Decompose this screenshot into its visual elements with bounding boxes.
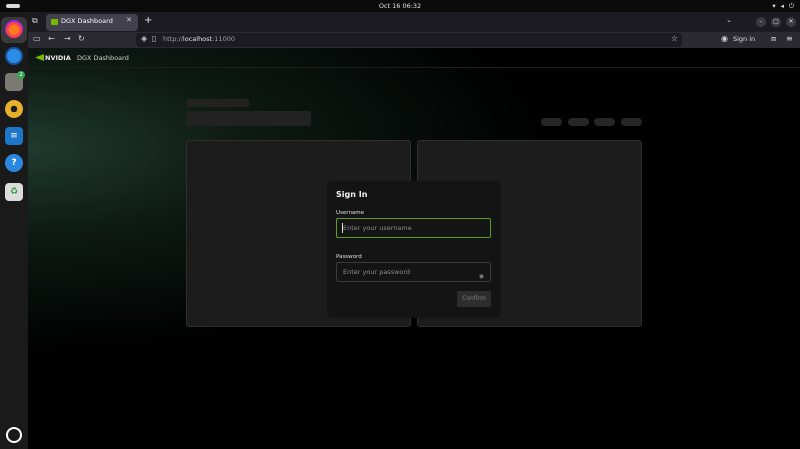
url-host: localhost — [182, 35, 213, 43]
sign-in-button[interactable]: Sign in — [733, 35, 755, 43]
brand-name: NVIDIA — [45, 54, 71, 62]
nvidia-favicon-icon — [51, 19, 58, 25]
files-badge: 2 — [17, 71, 25, 79]
password-input[interactable]: Enter your password ◉ — [336, 262, 491, 282]
rhythmbox-icon[interactable] — [5, 100, 23, 118]
account-icon[interactable]: ◉ — [721, 34, 728, 43]
username-input[interactable]: Enter your username — [336, 218, 491, 238]
tracking-protection-icon[interactable]: ◈ — [141, 34, 147, 43]
new-tab-button[interactable]: + — [144, 15, 152, 26]
app-header: NVIDIA DGX Dashboard — [28, 48, 800, 68]
power-icon: ⏻ — [788, 2, 794, 10]
dialog-title: Sign In — [336, 190, 368, 199]
system-clock[interactable]: Oct 16 06:32 — [0, 2, 800, 10]
show-apps-icon[interactable] — [6, 427, 22, 443]
url-port: :11000 — [212, 35, 235, 43]
skeleton-subtitle — [186, 99, 249, 107]
password-label: Password — [336, 254, 362, 260]
volume-icon: ◂ — [780, 2, 784, 10]
reload-icon[interactable]: ↻ — [78, 34, 85, 43]
firefox-view-icon[interactable]: ⧉ — [32, 16, 44, 27]
maximize-icon[interactable]: □ — [771, 17, 781, 27]
url-scheme: http:// — [163, 35, 183, 43]
skeleton-button — [541, 118, 562, 126]
confirm-button[interactable]: Confirm — [457, 291, 491, 307]
nvidia-logo-icon — [35, 54, 44, 61]
username-label: Username — [336, 210, 365, 216]
sidebar-icon[interactable]: ▭ — [33, 34, 41, 43]
dock: 2 ≡ ? ♻ — [0, 12, 28, 449]
chevron-down-icon[interactable]: ⌄ — [726, 16, 732, 24]
bookmark-star-icon[interactable]: ☆ — [671, 34, 678, 43]
app-title: DGX Dashboard — [77, 54, 129, 62]
trash-icon[interactable]: ♻ — [5, 183, 23, 201]
menu-icon[interactable]: ≡ — [786, 34, 793, 43]
browser-toolbar: ▭ ← → ↻ ◈ ▯ http://localhost:11000 ☆ ◉ S… — [28, 32, 800, 48]
forward-icon[interactable]: → — [64, 34, 71, 43]
minimize-icon[interactable]: – — [756, 17, 766, 27]
skeleton-button — [568, 118, 589, 126]
page-info-icon[interactable]: ▯ — [152, 34, 156, 43]
writer-icon[interactable]: ≡ — [5, 127, 23, 145]
sign-in-dialog: Sign In Username Enter your username Pas… — [327, 181, 501, 318]
text-caret — [342, 223, 343, 233]
thunderbird-icon[interactable] — [5, 47, 23, 65]
browser-tab-strip: ⧉ DGX Dashboard ✕ + ⌄ – □ ✕ — [28, 12, 800, 32]
url-bar[interactable]: ◈ ▯ http://localhost:11000 ☆ — [136, 33, 682, 47]
tab-title: DGX Dashboard — [61, 17, 113, 25]
help-icon[interactable]: ? — [5, 154, 23, 172]
url-text: http://localhost:11000 — [163, 35, 235, 43]
system-top-bar: Oct 16 06:32 ▾ ◂ ⏻ — [0, 0, 800, 12]
system-tray[interactable]: ▾ ◂ ⏻ — [772, 2, 794, 11]
username-placeholder: Enter your username — [343, 224, 412, 232]
tab-dgx-dashboard[interactable]: DGX Dashboard ✕ — [46, 14, 138, 31]
skeleton-button — [621, 118, 642, 126]
skeleton-title — [186, 111, 311, 126]
password-placeholder: Enter your password — [343, 268, 411, 276]
show-password-icon[interactable]: ◉ — [479, 268, 484, 286]
close-window-icon[interactable]: ✕ — [786, 17, 796, 27]
firefox-icon[interactable] — [5, 20, 23, 38]
extensions-icon[interactable]: ⧈ — [771, 34, 776, 44]
page-content: NVIDIA DGX Dashboard Sign In Username En… — [28, 48, 800, 449]
skeleton-button — [594, 118, 615, 126]
back-icon[interactable]: ← — [48, 34, 55, 43]
close-tab-icon[interactable]: ✕ — [126, 16, 132, 24]
network-icon: ▾ — [772, 2, 776, 10]
